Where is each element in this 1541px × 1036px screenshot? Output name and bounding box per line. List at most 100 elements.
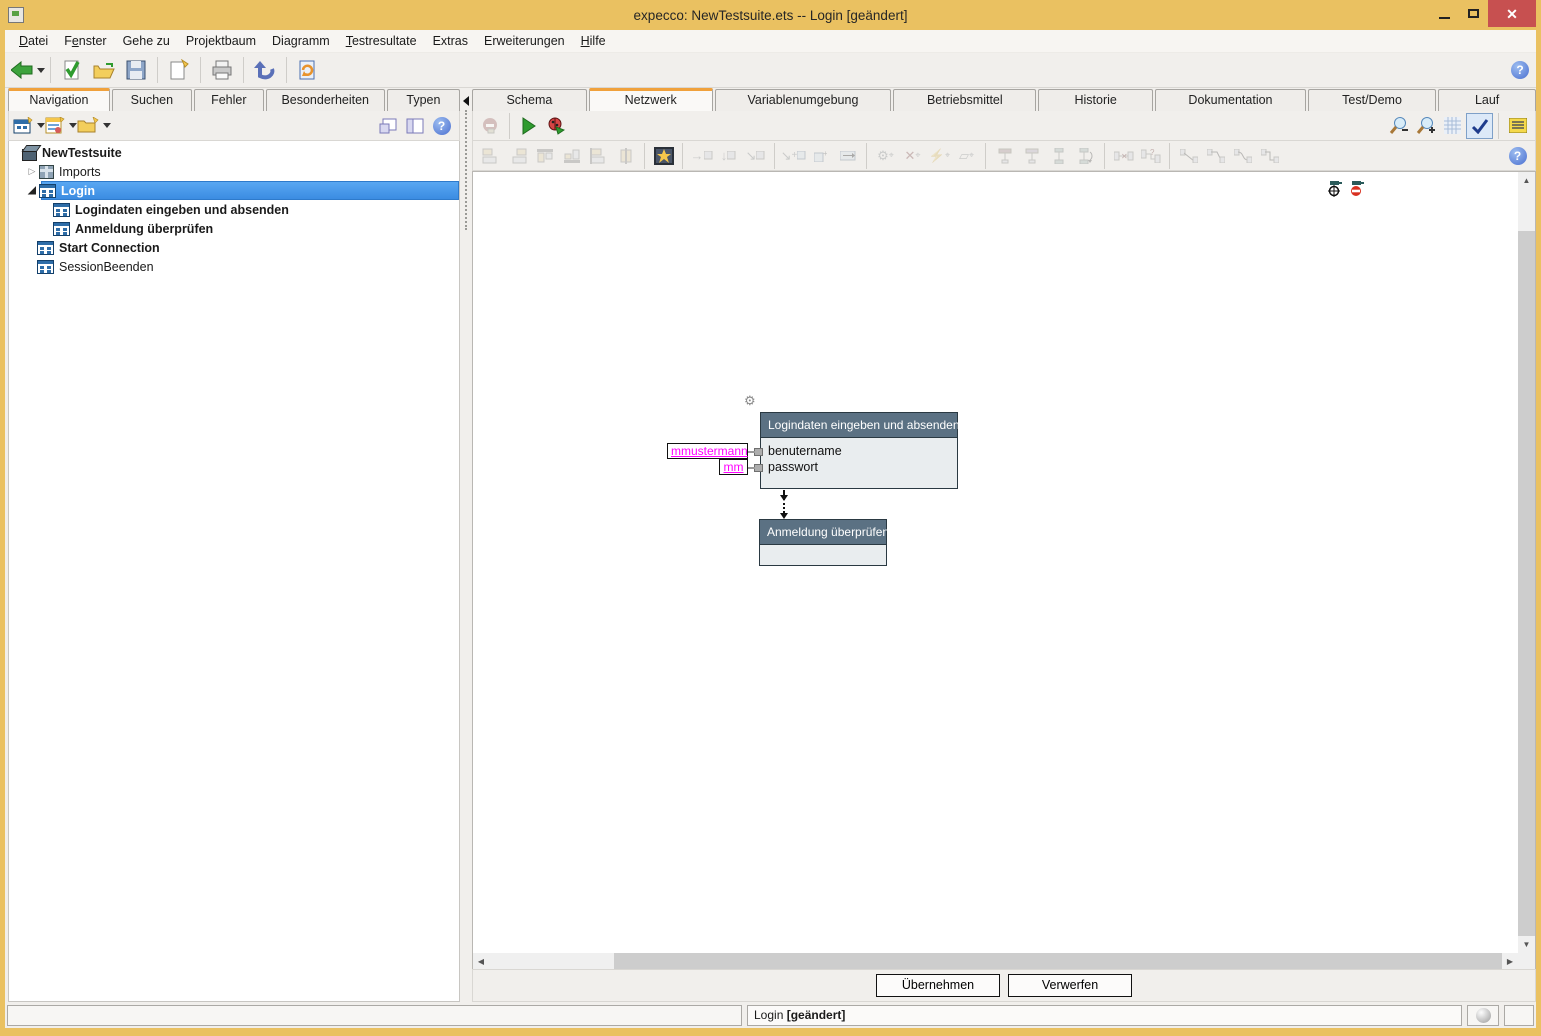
new-item-button[interactable] [45,111,77,141]
pin-move-marker-icon[interactable] [1326,180,1343,197]
scroll-right-icon[interactable]: ▶ [1502,953,1518,969]
pin-block-marker-icon[interactable] [1348,180,1365,197]
node-gear-icon[interactable]: ⚙ [744,393,756,409]
add-step-icon[interactable]: ↘+ [780,143,807,169]
run-button[interactable] [515,113,542,139]
tree-item-login[interactable]: ◢ Login [9,181,459,200]
apply-button[interactable]: Übernehmen [876,974,1000,997]
auto-layout-button[interactable] [650,143,677,169]
back-dropdown-icon[interactable] [37,68,45,73]
detach-view-button[interactable] [374,113,401,139]
tab-typen[interactable]: Typen [387,89,460,111]
tab-historie[interactable]: Historie [1038,89,1153,111]
remove-breakpoints-button[interactable] [477,113,504,139]
input-pin-benutername[interactable] [754,448,763,456]
tree-item-logindaten[interactable]: Logindaten eingeben und absenden [9,200,459,219]
input-value-passwort[interactable]: mm [719,459,748,475]
save-button[interactable] [120,55,152,85]
align-bottom-icon[interactable] [558,143,585,169]
new-document-button[interactable] [163,55,195,85]
tab-test-demo[interactable]: Test/Demo [1308,89,1436,111]
tree-item-newtestsuite[interactable]: NewTestsuite [9,143,459,162]
reload-button[interactable] [292,55,324,85]
tab-fehler[interactable]: Fehler [194,89,264,111]
scroll-left-icon[interactable]: ◀ [473,953,489,969]
add-output-icon[interactable] [834,143,861,169]
tab-netzwerk[interactable]: Netzwerk [589,88,713,111]
close-button[interactable]: ✕ [1488,0,1536,27]
menu-testresultate[interactable]: Testresultate [338,31,425,51]
input-value-benutername[interactable]: mmustermann [667,443,748,459]
new-folder-button[interactable] [77,111,111,141]
network-canvas[interactable]: ⚙ Logindaten eingeben und absenden benut… [473,172,1518,953]
horizontal-scrollbar[interactable]: ◀ ▶ [473,953,1518,969]
input-pin-passwort[interactable] [754,464,763,472]
menu-hilfe[interactable]: Hilfe [573,31,614,51]
expander-collapsed-icon[interactable]: ▷ [25,166,39,177]
tab-schema[interactable]: Schema [472,89,587,111]
new-item-dropdown-icon[interactable] [69,123,77,128]
pin-delete-icon[interactable]: ✕⌖ [899,143,926,169]
line-style-step-icon[interactable] [1202,143,1229,169]
undo-button[interactable] [249,55,281,85]
tab-suchen[interactable]: Suchen [112,89,192,111]
debug-button[interactable] [542,113,569,139]
pin-data-icon[interactable]: ▱⌖ [953,143,980,169]
tree-item-start-connection[interactable]: Start Connection [9,238,459,257]
back-button[interactable] [11,55,45,85]
line-style-curve-icon[interactable] [1229,143,1256,169]
help-button-network[interactable]: ? [1504,143,1531,169]
line-style-orthogonal-icon[interactable] [1256,143,1283,169]
tree-item-sessionbeenden[interactable]: SessionBeenden [9,257,459,276]
align-right-icon[interactable] [504,143,531,169]
overview-button[interactable] [1504,113,1531,139]
move-down-into-icon[interactable]: ↓ [715,143,742,169]
zoom-out-button[interactable] [1385,113,1412,139]
menu-projektbaum[interactable]: Projektbaum [178,31,264,51]
menu-diagramm[interactable]: Diagramm [264,31,338,51]
menu-erweiterungen[interactable]: Erweiterungen [476,31,573,51]
new-testcase-dropdown-icon[interactable] [37,123,45,128]
connector-vertical-icon[interactable] [1045,143,1072,169]
discard-button[interactable]: Verwerfen [1008,974,1132,997]
line-style-direct-icon[interactable] [1175,143,1202,169]
align-left-icon[interactable] [477,143,504,169]
tab-betriebsmittel[interactable]: Betriebsmittel [893,89,1036,111]
connector-bottom-icon[interactable] [1018,143,1045,169]
menu-fenster[interactable]: Fenster [56,31,114,51]
maximize-button[interactable] [1459,0,1488,27]
node-title[interactable]: Anmeldung überprüfen [760,520,886,545]
center-vertical-icon[interactable] [612,143,639,169]
help-button-left[interactable]: ? [428,113,455,139]
vertical-scrollbar[interactable]: ▲ ▼ [1518,172,1535,953]
tab-lauf[interactable]: Lauf [1438,89,1536,111]
node-title[interactable]: Logindaten eingeben und absenden [761,413,957,438]
input-pin-label-benutername[interactable]: benutername [761,443,957,459]
horizontal-scroll-thumb[interactable] [489,953,614,969]
new-testcase-button[interactable] [13,111,45,141]
show-grid-button[interactable] [1439,113,1466,139]
new-folder-dropdown-icon[interactable] [103,123,111,128]
accept-button[interactable] [56,55,88,85]
node-anmeldung[interactable]: Anmeldung überprüfen [759,519,887,566]
pin-settings-icon[interactable]: ⚙⌖ [872,143,899,169]
menu-extras[interactable]: Extras [425,31,476,51]
align-top-icon[interactable] [531,143,558,169]
help-button-main[interactable]: ? [1504,55,1536,85]
zoom-in-button[interactable] [1412,113,1439,139]
tab-besonderheiten[interactable]: Besonderheiten [266,89,385,111]
minimize-button[interactable] [1430,0,1459,27]
tree-item-imports[interactable]: ▷ Imports [9,162,459,181]
menu-gehe-zu[interactable]: Gehe zu [115,31,178,51]
collapse-panel-icon[interactable] [463,96,469,106]
snap-to-grid-button[interactable] [1466,113,1493,139]
open-button[interactable] [88,55,120,85]
tab-variablenumgebung[interactable]: Variablenumgebung [715,89,892,111]
node-logindaten[interactable]: Logindaten eingeben und absenden benuter… [760,412,958,489]
menu-datei[interactable]: Datei [11,31,56,51]
connector-swap-icon[interactable] [1072,143,1099,169]
tab-dokumentation[interactable]: Dokumentation [1155,89,1306,111]
scroll-up-icon[interactable]: ▲ [1518,172,1535,189]
connection-query-icon[interactable]: ? [1137,143,1164,169]
splitter-handle[interactable] [465,110,467,230]
